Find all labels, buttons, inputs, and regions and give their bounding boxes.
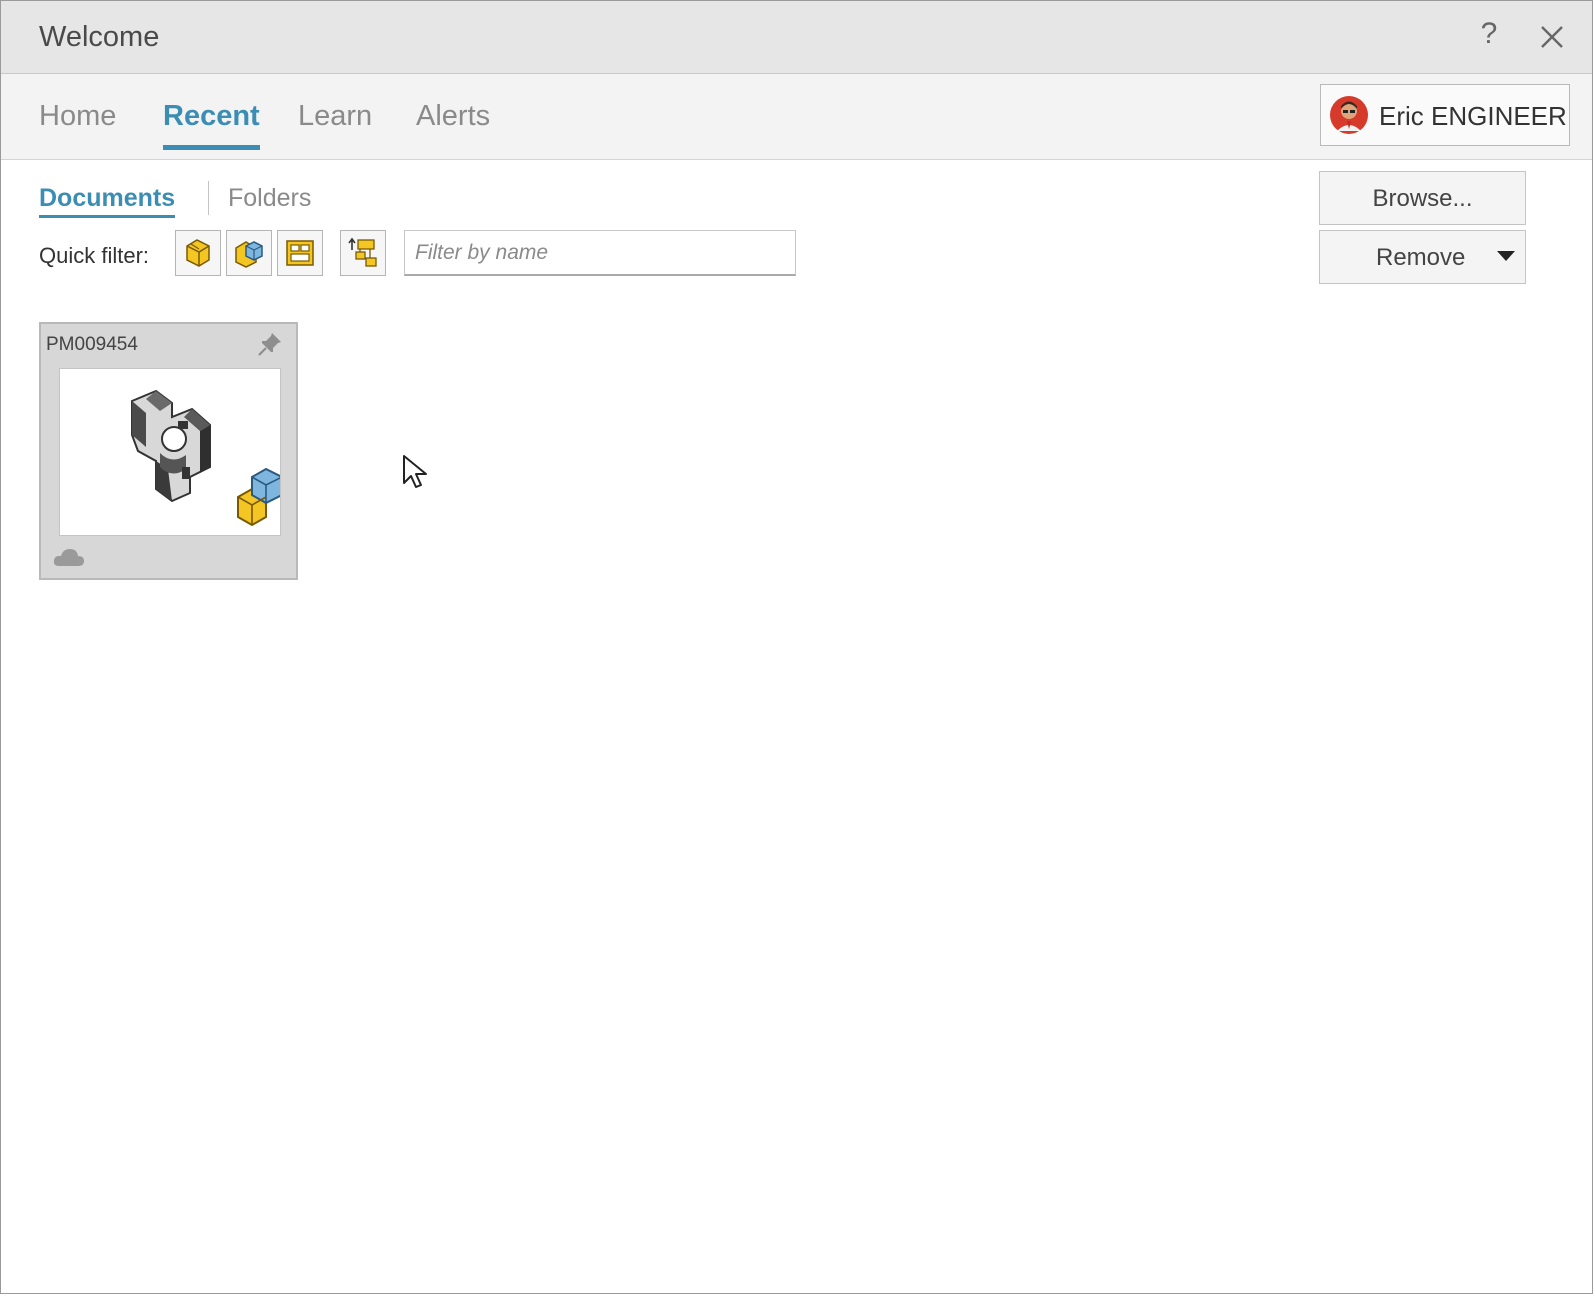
user-avatar-icon <box>1330 96 1368 134</box>
recent-document-card[interactable]: PM009454 <box>39 322 298 580</box>
assembly-model-preview <box>131 389 283 527</box>
main-nav: Home Recent Learn Alerts Eric ENGINEER <box>1 74 1592 160</box>
title-bar: Welcome ? <box>1 1 1592 74</box>
document-name: PM009454 <box>46 334 138 355</box>
quick-filter-label: Quick filter: <box>39 243 150 268</box>
pin-icon[interactable] <box>256 330 284 358</box>
remove-button[interactable]: Remove <box>1319 230 1526 284</box>
welcome-window: Welcome ? Home Recent Learn Alerts Eric … <box>0 0 1593 1294</box>
tab-recent[interactable]: Recent <box>163 100 260 150</box>
filter-assemblies-button[interactable] <box>226 230 272 276</box>
filter-by-name-input[interactable] <box>404 230 796 276</box>
subtab-divider <box>208 181 209 215</box>
filter-parts-button[interactable] <box>175 230 221 276</box>
window-title: Welcome <box>39 21 160 53</box>
mouse-cursor-icon <box>403 455 427 488</box>
tab-alerts[interactable]: Alerts <box>416 100 490 145</box>
subtab-folders[interactable]: Folders <box>228 184 311 213</box>
browse-button-label: Browse... <box>1372 185 1473 212</box>
tab-learn[interactable]: Learn <box>298 100 372 145</box>
drawing-filter-icon <box>286 240 314 266</box>
chevron-down-icon[interactable] <box>1497 251 1515 261</box>
browse-button[interactable]: Browse... <box>1319 171 1526 225</box>
top-level-assembly-filter-icon <box>348 237 377 267</box>
part-filter-icon <box>186 239 210 267</box>
cloud-icon <box>53 549 84 566</box>
user-account-button[interactable]: Eric ENGINEER <box>1320 84 1570 146</box>
subtab-documents[interactable]: Documents <box>39 184 176 218</box>
user-name: Eric ENGINEER <box>1379 101 1567 131</box>
remove-button-label: Remove <box>1376 244 1466 271</box>
assembly-filter-icon <box>235 241 263 268</box>
tab-home[interactable]: Home <box>39 100 116 145</box>
help-icon[interactable]: ? <box>1474 17 1504 51</box>
filter-drawings-button[interactable] <box>277 230 323 276</box>
close-icon[interactable] <box>1536 21 1568 53</box>
document-thumbnail <box>59 368 283 536</box>
filter-top-level-button[interactable] <box>340 230 386 276</box>
